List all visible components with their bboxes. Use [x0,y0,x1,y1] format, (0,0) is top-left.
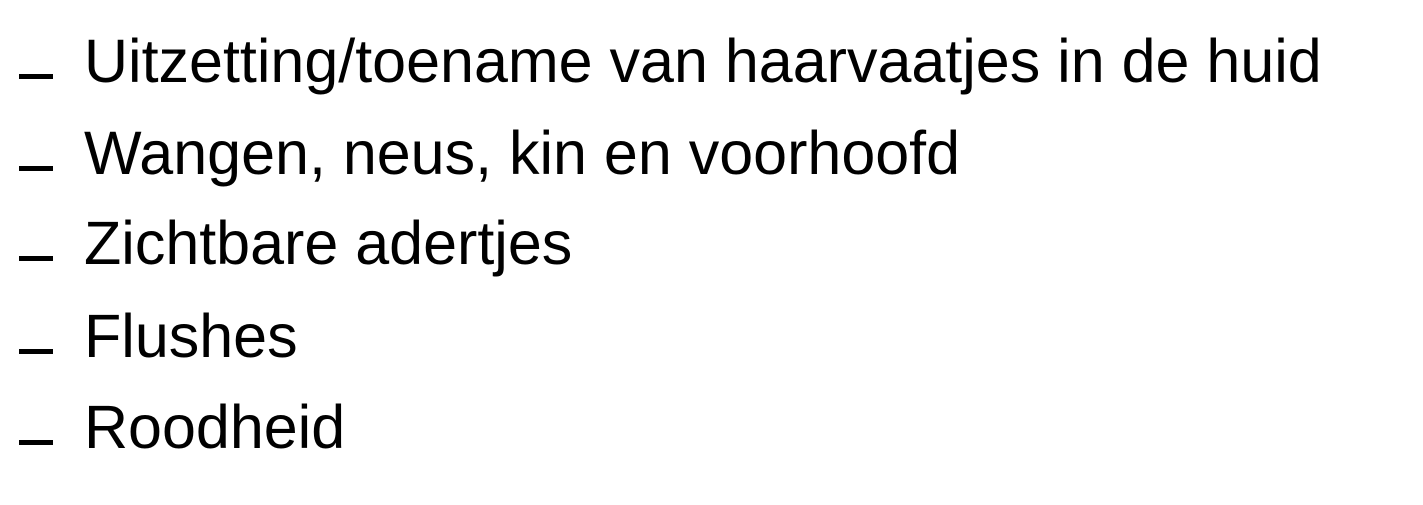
dash-bullet-icon [19,440,53,445]
list-item: Flushes [0,290,1423,382]
dash-bullet-icon [19,166,53,171]
list-item: Roodheid [0,381,1423,473]
list-item-text: Flushes [84,302,298,370]
list-item: Wangen, neus, kin en voorhoofd [0,107,1423,199]
dash-bullet-icon [19,349,53,354]
list-item-text: Roodheid [84,393,346,461]
list-item: Uitzetting/toename van haarvaatjes in de… [0,15,1423,107]
dash-bullet-icon [19,256,53,261]
list-item-text: Uitzetting/toename van haarvaatjes in de… [84,27,1322,95]
list-item-text: Zichtbare adertjes [84,209,573,277]
dash-bullet-icon [19,74,53,79]
list-item: Zichtbare adertjes [0,197,1423,289]
bullet-list: Uitzetting/toename van haarvaatjes in de… [0,0,1423,505]
list-item-text: Wangen, neus, kin en voorhoofd [84,119,961,187]
